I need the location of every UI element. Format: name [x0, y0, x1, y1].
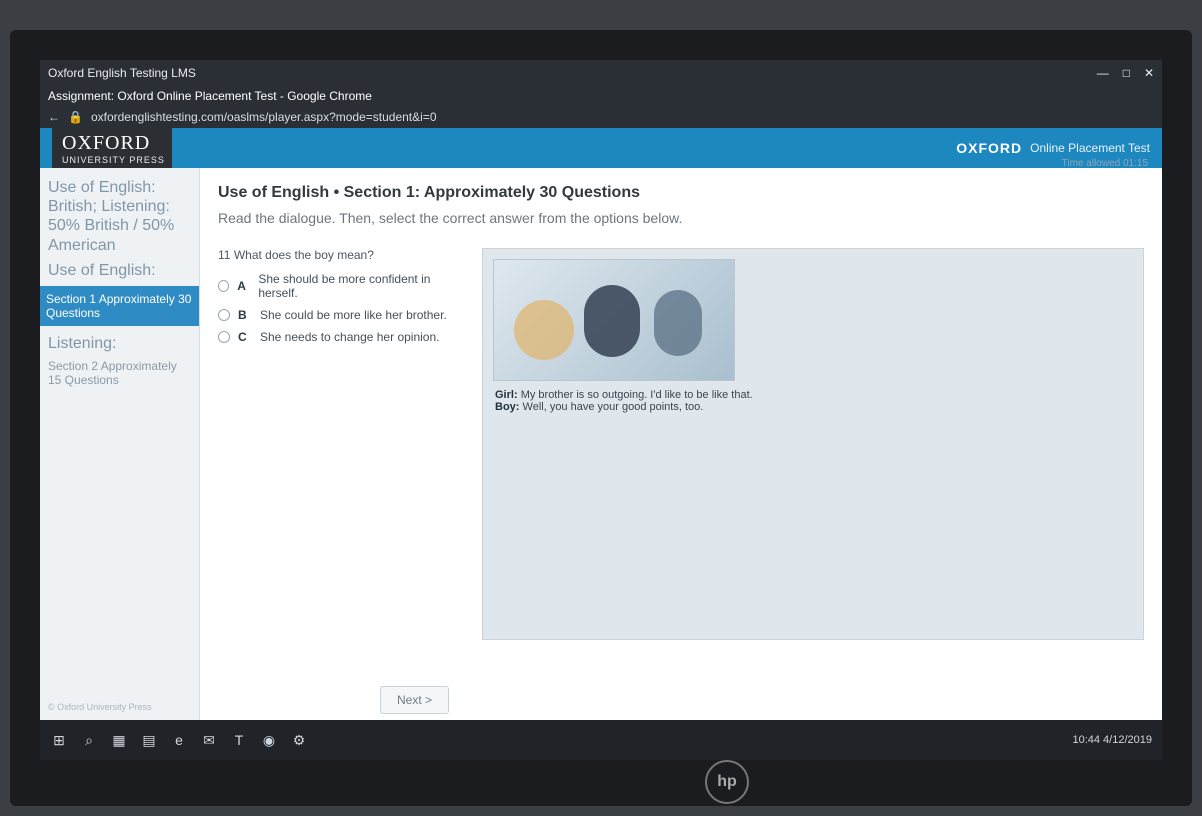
oxford-header: OXFORD UNIVERSITY PRESS OXFORD Online Pl… — [40, 128, 1162, 168]
page-title: Use of English • Section 1: Approximatel… — [218, 184, 640, 201]
taskbar: ⊞ ⌕ ▦ ▤ e ✉ T ◉ ⚙ 10:44 4/12/2019 — [40, 720, 1162, 760]
question: 11 What does the boy mean? A She should … — [218, 248, 458, 640]
maximize-icon[interactable]: □ — [1123, 66, 1130, 80]
content: Use of English: British; Listening: 50% … — [40, 168, 1162, 720]
question-line: 11 What does the boy mean? — [218, 248, 458, 262]
boy-label: Boy: — [495, 401, 520, 413]
brand-left: OXFORD UNIVERSITY PRESS — [52, 128, 172, 168]
settings-icon[interactable]: ⚙ — [290, 731, 308, 749]
brand-university-press: UNIVERSITY PRESS — [62, 154, 165, 165]
option-letter-b: B — [238, 308, 247, 322]
radio-option-c[interactable] — [218, 331, 230, 343]
screen: Oxford English Testing LMS — □ ✕ Assignm… — [40, 60, 1162, 760]
brand-right: OXFORD Online Placement Test — [956, 140, 1150, 156]
sidebar-item-listening[interactable]: Section 2 Approximately 15 Questions — [48, 359, 191, 387]
app-icon[interactable]: T — [230, 731, 248, 749]
option-text-b: She could be more like her brother. — [260, 308, 447, 322]
file-explorer-icon[interactable]: ▤ — [140, 731, 158, 749]
sidebar-title: Use of English: British; Listening: 50% … — [48, 179, 175, 254]
dialogue-girl: Girl: My brother is so outgoing. I'd lik… — [495, 389, 753, 401]
dialogue-boy: Boy: Well, you have your good points, to… — [495, 401, 753, 413]
window-title-text: Assignment: Oxford Online Placement Test… — [48, 89, 372, 103]
tab-title: Oxford English Testing LMS — [48, 66, 196, 80]
photo-person-background — [654, 290, 702, 356]
chrome-tab[interactable]: Oxford English Testing LMS — [48, 66, 196, 80]
dialogue-photo — [493, 259, 735, 381]
edge-icon[interactable]: e — [170, 731, 188, 749]
main: Use of English • Section 1: Approximatel… — [200, 168, 1162, 720]
window-controls: — □ ✕ — [1097, 66, 1154, 80]
radio-option-a[interactable] — [218, 280, 230, 292]
sidebar-listening: Listening: — [48, 334, 117, 352]
address-bar[interactable]: ← 🔒 oxfordenglishtesting.com/oaslms/play… — [40, 106, 1162, 128]
photo-person-boy — [584, 285, 640, 357]
next-button[interactable]: Next > — [380, 686, 450, 714]
girl-text: My brother is so outgoing. I'd like to b… — [520, 389, 753, 401]
option-letter-c: C — [238, 330, 247, 344]
girl-label: Girl: — [495, 389, 518, 401]
question-number: 11 — [218, 248, 231, 262]
sidebar-use-of-english: Use of English: — [48, 261, 156, 279]
option-a[interactable]: A She should be more confident in hersel… — [218, 272, 458, 300]
mail-icon[interactable]: ✉ — [200, 731, 218, 749]
hp-logo: hp — [705, 760, 749, 804]
close-icon[interactable]: ✕ — [1144, 66, 1154, 80]
option-letter-a: A — [237, 279, 246, 293]
sidebar-active-item[interactable]: Section 1 Approximately 30 Questions — [40, 285, 199, 326]
dialogue-panel: Girl: My brother is so outgoing. I'd lik… — [482, 248, 1144, 640]
lock-icon: 🔒 — [68, 110, 83, 124]
radio-option-b[interactable] — [218, 309, 230, 321]
boy-text: Well, you have your good points, too. — [522, 401, 704, 413]
question-text: What does the boy mean? — [233, 248, 374, 262]
window-title: Assignment: Oxford Online Placement Test… — [40, 86, 1162, 106]
brand-right-oxford: OXFORD — [956, 140, 1023, 156]
brand-oxford: OXFORD — [62, 131, 151, 154]
windows-icon[interactable]: ⊞ — [50, 731, 68, 749]
url-text[interactable]: oxfordenglishtesting.com/oaslms/player.a… — [91, 110, 437, 124]
chrome-top: Oxford English Testing LMS — □ ✕ — [40, 60, 1162, 86]
option-text-a: She should be more confident in herself. — [258, 272, 431, 300]
system-tray: 10:44 4/12/2019 — [1072, 734, 1152, 746]
back-icon[interactable]: ← — [48, 110, 60, 124]
option-b[interactable]: B She could be more like her brother. — [218, 308, 458, 322]
task-view-icon[interactable]: ▦ — [110, 731, 128, 749]
sidebar-footer: © Oxford University Press — [48, 702, 152, 712]
option-c[interactable]: C She needs to change her opinion. — [218, 330, 458, 344]
photo-person-girl — [514, 300, 574, 360]
option-text-c: She needs to change her opinion. — [260, 330, 440, 344]
minimize-icon[interactable]: — — [1097, 66, 1109, 80]
search-icon[interactable]: ⌕ — [80, 731, 98, 749]
question-wrap: 11 What does the boy mean? A She should … — [218, 248, 1144, 640]
chrome-icon[interactable]: ◉ — [260, 731, 278, 749]
brand-right-sub: Online Placement Test — [1030, 141, 1150, 155]
instruction: Read the dialogue. Then, select the corr… — [218, 210, 683, 226]
dialogue-text: Girl: My brother is so outgoing. I'd lik… — [495, 389, 753, 413]
sidebar: Use of English: British; Listening: 50% … — [40, 168, 200, 720]
